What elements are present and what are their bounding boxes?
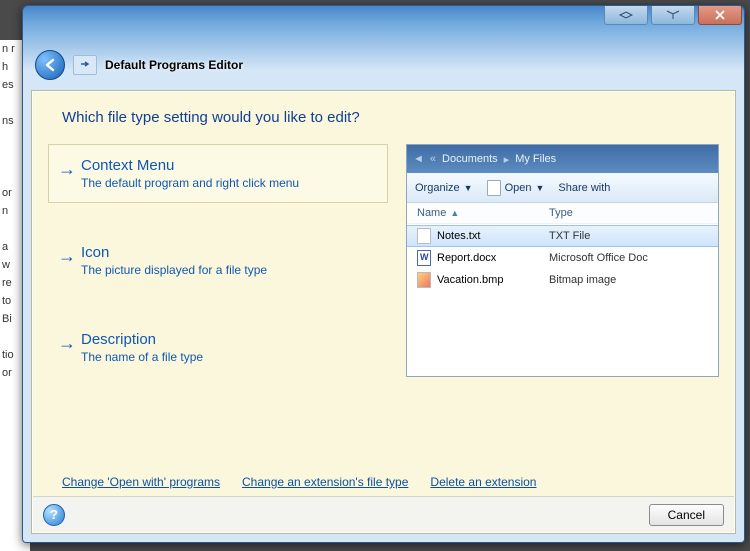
option-title: Context Menu (81, 157, 299, 174)
maximize-button[interactable] (651, 5, 695, 25)
preview-toolbar: Organize ▼ Open ▼ Share with (407, 173, 718, 203)
link-change-open-with[interactable]: Change 'Open with' programs (62, 475, 220, 489)
explorer-preview: ◄ « Documents ▸ My Files Organize ▼ Open… (406, 144, 719, 377)
option-title: Icon (81, 244, 267, 261)
share-menu[interactable]: Share with (558, 182, 610, 194)
text-file-icon (417, 228, 431, 244)
breadcrumb-item: Documents (442, 153, 498, 165)
sort-ascending-icon: ▲ (450, 208, 459, 218)
breadcrumb-item: My Files (515, 153, 556, 165)
chevron-down-icon: ▼ (535, 183, 544, 193)
chevron-right-icon: « (430, 153, 436, 165)
option-title: Description (81, 331, 203, 348)
list-item[interactable]: Vacation.bmp Bitmap image (407, 269, 718, 291)
chevron-down-icon: ▼ (464, 183, 473, 193)
minimize-button[interactable] (604, 5, 648, 25)
page-icon (487, 180, 501, 196)
preview-file-list: Notes.txt TXT File Report.docx Microsoft… (407, 224, 718, 292)
cancel-button[interactable]: Cancel (649, 504, 724, 526)
link-delete-extension[interactable]: Delete an extension (430, 475, 536, 489)
preview-column-headers[interactable]: Name ▲ Type (407, 203, 718, 224)
preview-breadcrumb: ◄ « Documents ▸ My Files (407, 145, 718, 173)
title-bar (23, 6, 744, 42)
list-item[interactable]: Report.docx Microsoft Office Doc (407, 247, 718, 269)
arrow-right-icon: → (53, 331, 81, 364)
client-area: Which file type setting would you like t… (31, 90, 736, 534)
close-button[interactable] (698, 5, 742, 25)
footer-bar: ? Cancel (33, 496, 734, 532)
chevron-right-icon: ▸ (504, 153, 510, 166)
image-file-icon (417, 272, 431, 288)
column-type: Type (549, 207, 573, 219)
help-button[interactable]: ? (43, 504, 65, 526)
forward-dropdown-button[interactable] (73, 55, 97, 75)
word-file-icon (417, 250, 431, 266)
option-desc: The name of a file type (81, 350, 203, 364)
option-icon[interactable]: → Icon The picture displayed for a file … (48, 231, 388, 290)
page-heading: Which file type setting would you like t… (32, 91, 735, 136)
options-list: → Context Menu The default program and r… (48, 144, 388, 377)
arrow-right-icon: → (53, 244, 81, 277)
link-change-extension-type[interactable]: Change an extension's file type (242, 475, 408, 489)
bottom-links: Change 'Open with' programs Change an ex… (62, 475, 536, 489)
content-row: → Context Menu The default program and r… (32, 136, 735, 377)
navigation-row: Default Programs Editor (23, 42, 744, 88)
open-menu[interactable]: Open ▼ (487, 180, 545, 196)
organize-menu[interactable]: Organize ▼ (415, 182, 473, 194)
column-name: Name (417, 207, 446, 219)
window-title: Default Programs Editor (105, 58, 243, 72)
option-context-menu[interactable]: → Context Menu The default program and r… (48, 144, 388, 203)
back-button[interactable] (35, 50, 65, 80)
option-desc: The picture displayed for a file type (81, 263, 267, 277)
arrow-right-icon: → (53, 157, 81, 190)
list-item[interactable]: Notes.txt TXT File (407, 225, 718, 247)
nav-back-icon: ◄ (413, 153, 424, 165)
application-window: Default Programs Editor Which file type … (22, 5, 745, 543)
option-description[interactable]: → Description The name of a file type (48, 318, 388, 377)
option-desc: The default program and right click menu (81, 176, 299, 190)
